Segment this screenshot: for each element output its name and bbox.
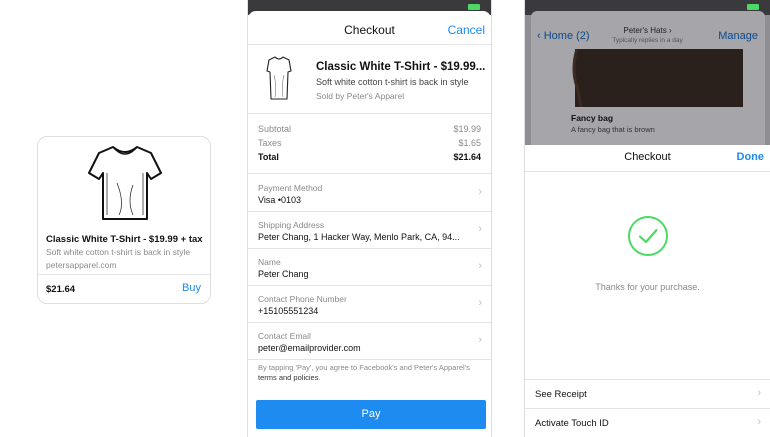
total-label: Total bbox=[258, 152, 279, 162]
product-title: Classic White T-Shirt - $19.99... bbox=[316, 61, 486, 73]
chevron-right-icon: › bbox=[757, 416, 761, 428]
terms-link[interactable]: terms and policies bbox=[258, 373, 318, 382]
field-label: Shipping Address bbox=[258, 220, 325, 230]
card-title: Classic White T-Shirt - $19.99 + tax bbox=[46, 234, 203, 245]
product-card[interactable]: Classic White T-Shirt - $19.99 + tax Sof… bbox=[37, 136, 211, 304]
subtotal-row: Subtotal $19.99 bbox=[258, 124, 481, 136]
battery-icon bbox=[468, 4, 480, 10]
shipping-address-row[interactable]: Shipping Address Peter Chang, 1 Hacker W… bbox=[248, 212, 491, 249]
confirmation-screen: ‹ Home (2) Peter's Hats › Typically repl… bbox=[524, 0, 770, 437]
terms-text: By tapping 'Pay', you agree to Facebook'… bbox=[258, 363, 470, 372]
background-app: ‹ Home (2) Peter's Hats › Typically repl… bbox=[525, 0, 770, 145]
total-row: Total $21.64 bbox=[258, 152, 481, 164]
bag-strap-icon bbox=[572, 49, 583, 107]
pay-button[interactable]: Pay bbox=[256, 400, 486, 429]
tshirt-image bbox=[38, 137, 210, 229]
field-value: +15105551234 bbox=[258, 306, 319, 316]
subtotal-label: Subtotal bbox=[258, 124, 292, 134]
contact-email-row[interactable]: Contact Email peter@emailprovider.com › bbox=[248, 323, 491, 360]
chevron-right-icon: › bbox=[478, 334, 482, 346]
chevron-right-icon: › bbox=[478, 260, 482, 272]
checkout-nav-bar: Checkout Cancel bbox=[248, 19, 491, 45]
chevron-right-icon: › bbox=[478, 186, 482, 198]
chevron-right-icon: › bbox=[478, 297, 482, 309]
screenshot-stage: Classic White T-Shirt - $19.99 + tax Sof… bbox=[0, 0, 770, 437]
contact-phone-row[interactable]: Contact Phone Number +15105551234 › bbox=[248, 286, 491, 323]
chevron-right-icon: › bbox=[757, 387, 761, 399]
field-value: peter@emailprovider.com bbox=[258, 343, 361, 353]
tshirt-icon bbox=[266, 56, 292, 100]
product-summary: Classic White T-Shirt - $19.99... Soft w… bbox=[248, 46, 491, 114]
row-label: Activate Touch ID bbox=[535, 418, 609, 429]
tshirt-icon bbox=[88, 146, 162, 220]
total-value: $21.64 bbox=[453, 152, 481, 162]
field-label: Name bbox=[258, 257, 281, 267]
manage-button: Manage bbox=[718, 30, 758, 42]
chevron-right-icon: › bbox=[478, 223, 482, 235]
field-label: Contact Phone Number bbox=[258, 294, 347, 304]
sheet-edge bbox=[248, 11, 491, 19]
confirmation-nav-bar: Checkout Done bbox=[525, 145, 770, 172]
done-button[interactable]: Done bbox=[737, 151, 765, 163]
battery-icon bbox=[747, 4, 759, 10]
thanks-message: Thanks for your purchase. bbox=[595, 282, 700, 292]
card-domain: petersapparel.com bbox=[46, 260, 117, 270]
name-row[interactable]: Name Peter Chang › bbox=[248, 249, 491, 286]
divider bbox=[38, 274, 210, 275]
checkout-screen: Checkout Cancel Classic White T-Shirt - … bbox=[247, 0, 492, 437]
taxes-label: Taxes bbox=[258, 138, 282, 148]
buy-button[interactable]: Buy bbox=[182, 282, 201, 294]
payment-method-row[interactable]: Payment Method Visa •0103 › bbox=[248, 175, 491, 212]
product-description: Soft white cotton t-shirt is back in sty… bbox=[316, 77, 469, 87]
background-item-title: Fancy bag bbox=[571, 113, 614, 123]
terms-end: . bbox=[318, 373, 321, 382]
field-label: Contact Email bbox=[258, 331, 311, 341]
subtotal-value: $19.99 bbox=[453, 124, 481, 134]
card-description: Soft white cotton t-shirt is back in sty… bbox=[46, 247, 191, 257]
cancel-button[interactable]: Cancel bbox=[448, 23, 485, 37]
taxes-row: Taxes $1.65 bbox=[258, 138, 481, 150]
price-totals: Subtotal $19.99 Taxes $1.65 Total $21.64 bbox=[248, 115, 491, 174]
background-item-card: Fancy bag A fancy bag that is brown bbox=[567, 49, 743, 145]
field-label: Payment Method bbox=[258, 183, 323, 193]
field-value: Peter Chang, 1 Hacker Way, Menlo Park, C… bbox=[258, 232, 460, 242]
activate-touch-id-row[interactable]: Activate Touch ID › bbox=[525, 408, 770, 437]
confirmation-title: Checkout bbox=[624, 151, 671, 163]
background-item-description: A fancy bag that is brown bbox=[571, 125, 655, 134]
taxes-value: $1.65 bbox=[458, 138, 481, 148]
field-value: Peter Chang bbox=[258, 269, 309, 279]
card-price: $21.64 bbox=[46, 284, 76, 295]
terms-notice: By tapping 'Pay', you agree to Facebook'… bbox=[258, 363, 478, 383]
background-title-text: Peter's Hats bbox=[623, 26, 667, 35]
row-label: See Receipt bbox=[535, 389, 587, 400]
field-value: Visa •0103 bbox=[258, 195, 302, 205]
see-receipt-row[interactable]: See Receipt › bbox=[525, 379, 770, 408]
confirmation-sheet: Checkout Done Thanks for your purchase. … bbox=[525, 145, 770, 437]
bag-photo bbox=[567, 49, 743, 107]
check-circle-icon bbox=[628, 216, 668, 256]
product-seller: Sold by Peter's Apparel bbox=[316, 91, 405, 101]
